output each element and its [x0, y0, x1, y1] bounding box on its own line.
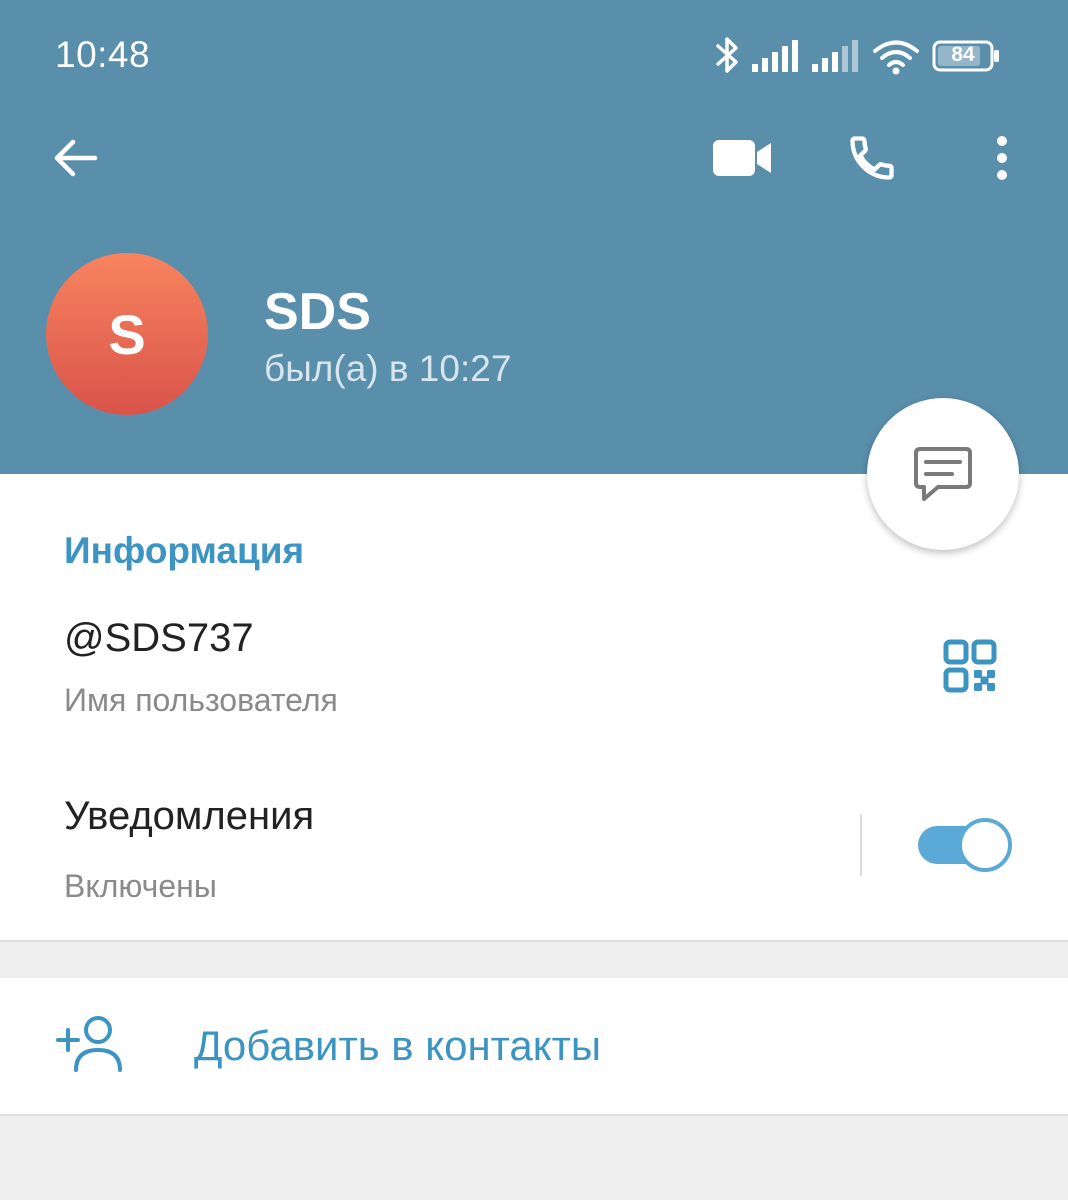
qr-code-button[interactable] — [930, 626, 1010, 706]
profile-header: 10:48 84 S SDS был(а) в 10:27 — [0, 0, 1068, 474]
more-vertical-icon — [997, 136, 1007, 180]
message-icon — [914, 447, 972, 501]
more-button[interactable] — [962, 118, 1042, 198]
status-time: 10:48 — [55, 34, 151, 75]
battery-level: 84 — [951, 43, 975, 66]
profile-screen: 10:48 84 S SDS был(а) в 10:27 Информация… — [0, 0, 1068, 1200]
username-value[interactable]: @SDS737 — [64, 616, 254, 661]
last-seen-status: был(а) в 10:27 — [264, 348, 512, 389]
section-title-info: Информация — [64, 530, 305, 571]
send-message-button[interactable] — [867, 398, 1019, 550]
divider — [860, 814, 862, 876]
notifications-toggle[interactable] — [918, 818, 1012, 872]
qr-code-icon — [943, 639, 997, 693]
username-caption: Имя пользователя — [64, 682, 338, 718]
signal-icon — [812, 40, 858, 72]
call-button[interactable] — [832, 118, 912, 198]
avatar-letter: S — [108, 302, 146, 366]
avatar[interactable]: S — [46, 253, 208, 415]
add-user-icon — [56, 1016, 122, 1072]
phone-icon — [850, 136, 894, 180]
wifi-icon — [873, 40, 919, 75]
add-to-contacts-label: Добавить в контакты — [194, 1022, 602, 1069]
back-button[interactable] — [35, 118, 115, 198]
video-call-button[interactable] — [703, 118, 783, 198]
signal-icon — [752, 40, 798, 72]
notifications-title: Уведомления — [64, 794, 315, 838]
toggle-knob — [958, 818, 1012, 872]
status-bar: 10:48 84 — [0, 0, 1068, 110]
bluetooth-icon — [716, 37, 738, 73]
info-section: Информация @SDS737 Имя пользователя Увед… — [0, 474, 1068, 942]
video-camera-icon — [713, 140, 771, 176]
notifications-status: Включены — [64, 868, 217, 904]
arrow-left-icon — [54, 139, 98, 177]
profile-name: SDS — [264, 283, 371, 341]
add-to-contacts-button[interactable]: Добавить в контакты — [0, 978, 1068, 1116]
